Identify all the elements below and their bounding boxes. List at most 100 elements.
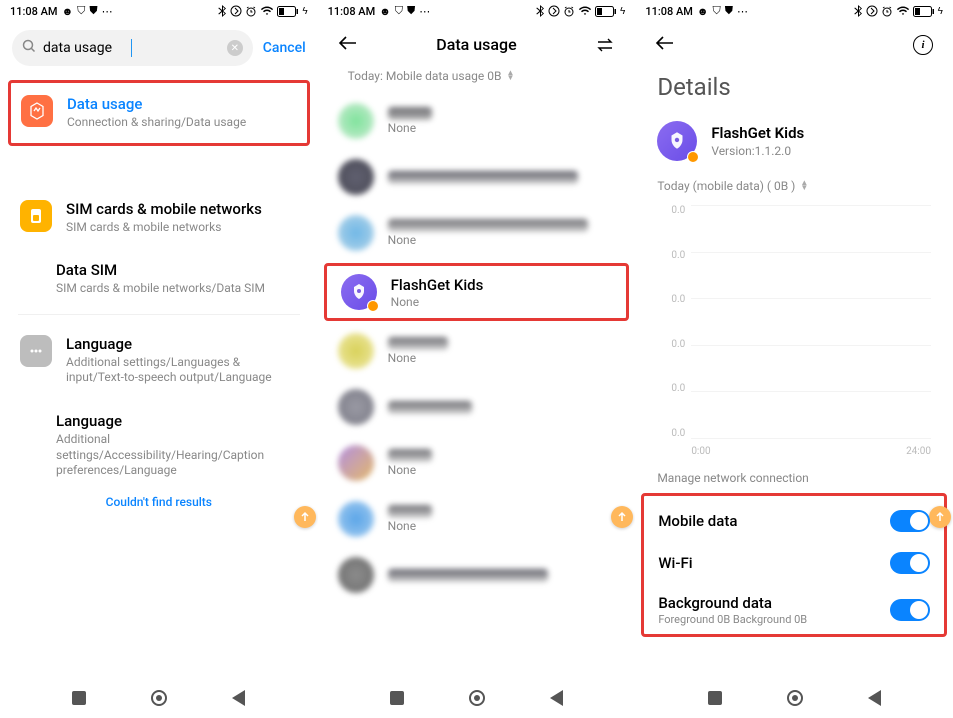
y-tick: 0.0 — [657, 383, 685, 394]
wifi-icon — [260, 6, 274, 16]
back-icon[interactable] — [655, 34, 675, 55]
cancel-button[interactable]: Cancel — [263, 40, 306, 56]
toggle-mobile-data[interactable]: Mobile data — [658, 500, 930, 542]
result-title: SIM cards & mobile networks — [66, 200, 298, 218]
summary-row[interactable]: Today: Mobile data usage 0B ▲▼ — [318, 63, 636, 93]
x-tick: 0:00 — [691, 446, 710, 457]
charging-icon: ϟ — [302, 6, 307, 17]
flashget-icon — [657, 121, 697, 161]
list-item[interactable] — [318, 547, 636, 595]
header: Data usage — [318, 22, 636, 63]
list-item[interactable]: None — [318, 491, 636, 547]
result-data-usage[interactable]: Data usage Connection & sharing/Data usa… — [11, 83, 307, 143]
result-language-1[interactable]: Language Additional settings/Languages &… — [10, 323, 308, 398]
period-selector[interactable]: Today (mobile data) ( 0B ) ▲▼ — [635, 175, 953, 201]
nav-back-icon[interactable] — [232, 690, 245, 706]
list-item[interactable]: None — [318, 93, 636, 149]
shield-icon: ⛉ — [395, 4, 403, 18]
toggle-wifi[interactable]: Wi-Fi — [658, 542, 930, 584]
page-title: Details — [635, 63, 953, 115]
screen-data-usage: 11:08 AM ☻ ⛉ ⛊ ⋯ ϟ Data usage Today: Mob… — [318, 0, 636, 718]
dnd-icon — [230, 5, 242, 17]
result-language-2[interactable]: Language Additional settings/Accessibili… — [56, 412, 308, 479]
result-path: Additional settings/Languages & input/Te… — [66, 355, 298, 386]
toggle-label: Background data — [658, 594, 807, 612]
floating-up-icon[interactable] — [294, 506, 316, 528]
nav-bar — [635, 684, 953, 712]
result-sim-cards[interactable]: SIM cards & mobile networks SIM cards & … — [10, 188, 308, 248]
app-icon — [338, 501, 374, 537]
swap-icon[interactable] — [595, 38, 615, 52]
list-item[interactable]: None — [318, 205, 636, 261]
battery-icon — [595, 6, 617, 17]
blurred-name — [388, 337, 448, 350]
info-icon[interactable]: i — [913, 35, 933, 55]
face-icon: ☻ — [62, 5, 74, 18]
app-icon — [338, 445, 374, 481]
battery-icon — [913, 6, 935, 17]
search-input[interactable]: data usage — [43, 40, 125, 56]
no-results-label: Couldn't find results — [0, 495, 318, 509]
section-label: Manage network connection — [635, 463, 953, 489]
switch-on-icon[interactable] — [890, 552, 930, 574]
face-icon: ☻ — [379, 5, 391, 18]
result-path: SIM cards & mobile networks/Data SIM — [56, 281, 308, 297]
status-time: 11:08 AM — [10, 5, 58, 18]
toggle-background-data[interactable]: Background data Foreground 0B Background… — [658, 584, 930, 628]
shield-icon: ⛉ — [712, 4, 720, 18]
floating-up-icon[interactable] — [929, 506, 951, 528]
sort-caret-icon: ▲▼ — [506, 71, 514, 81]
summary-text: Today: Mobile data usage 0B — [348, 69, 502, 83]
face-icon: ☻ — [697, 5, 709, 18]
badge-icon — [687, 151, 699, 163]
list-item-flashget[interactable]: FlashGet Kids None — [324, 263, 630, 321]
app-usage: None — [388, 463, 616, 477]
result-data-sim[interactable]: Data SIM SIM cards & mobile networks/Dat… — [56, 261, 308, 297]
search-icon — [22, 39, 37, 58]
nav-recent-icon[interactable] — [390, 691, 404, 705]
chart-x-axis: 0:00 24:00 — [691, 446, 931, 457]
nav-bar — [0, 684, 318, 712]
screen-search: 11:08 AM ☻ ⛉ ⛊ ⋯ ϟ data usage ✕ Cancel — [0, 0, 318, 718]
result-path: SIM cards & mobile networks — [66, 220, 298, 236]
nav-home-icon[interactable] — [787, 690, 803, 706]
search-box[interactable]: data usage ✕ — [12, 30, 253, 66]
list-item[interactable] — [318, 149, 636, 205]
switch-on-icon[interactable] — [890, 599, 930, 621]
nav-home-icon[interactable] — [151, 690, 167, 706]
app-usage: None — [388, 121, 616, 135]
switch-on-icon[interactable] — [890, 510, 930, 532]
chart-y-axis: 0.0 0.0 0.0 0.0 0.0 0.0 — [657, 205, 685, 439]
app-icon — [338, 557, 374, 593]
list-item[interactable] — [318, 379, 636, 435]
result-title: Language — [66, 335, 298, 353]
wifi-icon — [578, 6, 592, 16]
bluetooth-icon — [536, 5, 545, 17]
result-path: Connection & sharing/Data usage — [67, 115, 297, 131]
result-title: Language — [56, 412, 308, 430]
highlight-toggles: Mobile data Wi-Fi Background data Foregr… — [641, 493, 947, 637]
text-cursor — [131, 39, 132, 57]
list-item[interactable]: None — [318, 323, 636, 379]
nav-back-icon[interactable] — [868, 690, 881, 706]
nav-back-icon[interactable] — [550, 690, 563, 706]
flashget-icon — [341, 274, 377, 310]
clear-search-icon[interactable]: ✕ — [227, 40, 243, 56]
period-text: Today (mobile data) ( 0B ) — [657, 179, 795, 193]
battery-icon — [277, 6, 299, 17]
nav-recent-icon[interactable] — [72, 691, 86, 705]
nav-home-icon[interactable] — [469, 690, 485, 706]
nav-recent-icon[interactable] — [708, 691, 722, 705]
status-time: 11:08 AM — [328, 5, 376, 18]
y-tick: 0.0 — [657, 250, 685, 261]
back-icon[interactable] — [338, 34, 358, 55]
result-path: Additional settings/Accessibility/Hearin… — [56, 432, 308, 479]
blurred-name — [388, 449, 432, 462]
list-item[interactable]: None — [318, 435, 636, 491]
shield-alt-icon: ⛊ — [407, 4, 415, 18]
header: i — [635, 22, 953, 63]
toggle-sublabel: Foreground 0B Background 0B — [658, 613, 807, 626]
wifi-icon — [896, 6, 910, 16]
blurred-name — [388, 569, 548, 582]
data-usage-icon — [21, 95, 53, 127]
